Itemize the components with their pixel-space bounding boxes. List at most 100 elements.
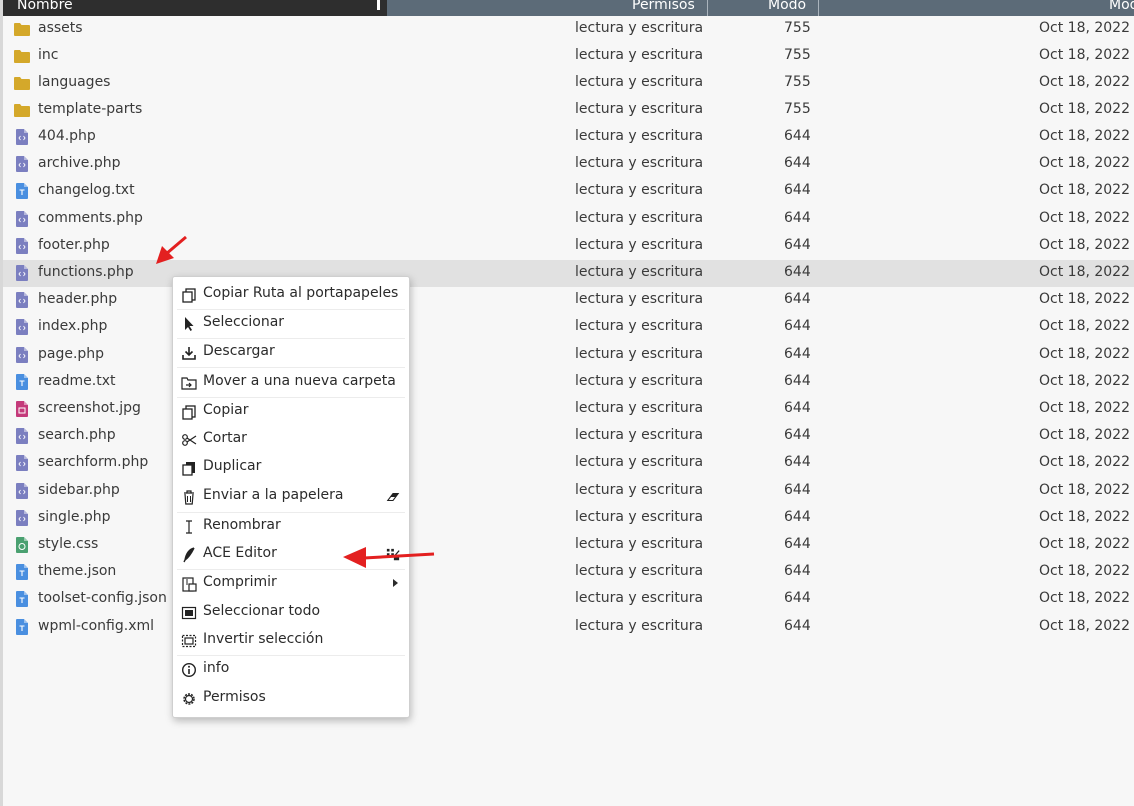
duplicate-icon bbox=[182, 462, 195, 476]
php-file-icon bbox=[16, 210, 28, 227]
context-menu-label: Seleccionar todo bbox=[203, 603, 321, 619]
file-modified-date: Oct 18, 2022 08 bbox=[1039, 617, 1134, 634]
modified-column-label[interactable]: Mod bbox=[1109, 0, 1134, 14]
context-menu-item[interactable]: Copiar Ruta al portapapeles bbox=[173, 281, 409, 309]
context-menu-label: Invertir selección bbox=[203, 631, 324, 647]
context-menu-item[interactable]: Seleccionar todo bbox=[173, 599, 409, 627]
copy-icon bbox=[182, 405, 196, 420]
file-permissions: lectura y escritura bbox=[575, 20, 704, 36]
file-mode: 644 bbox=[784, 590, 811, 607]
file-name: style.css bbox=[38, 536, 99, 552]
file-permissions: lectura y escritura bbox=[575, 155, 704, 172]
file-mode: 644 bbox=[784, 291, 811, 308]
column-resize-handle[interactable] bbox=[377, 0, 380, 10]
image-file-icon bbox=[16, 401, 28, 417]
php-file-icon bbox=[16, 237, 28, 254]
file-name: index.php bbox=[38, 318, 108, 335]
gear-icon bbox=[183, 693, 195, 705]
text-file-icon bbox=[16, 618, 28, 635]
file-permissions: lectura y escritura bbox=[575, 236, 704, 253]
scissors-icon bbox=[182, 434, 197, 446]
file-modified-date: Oct 18, 2022 08 bbox=[1039, 318, 1134, 335]
file-name: assets bbox=[38, 20, 83, 36]
context-menu-label: Copiar Ruta al portapapeles bbox=[203, 285, 399, 301]
context-menu-item[interactable]: info bbox=[173, 656, 409, 684]
file-permissions: lectura y escritura bbox=[575, 536, 704, 552]
file-modified-date: Oct 18, 2022 08 bbox=[1039, 264, 1134, 280]
file-modified-date: Oct 18, 2022 08 bbox=[1039, 128, 1134, 144]
php-file-icon bbox=[16, 509, 28, 526]
context-menu-label: Renombrar bbox=[203, 517, 281, 533]
permisos-column-label[interactable]: Permisos bbox=[632, 0, 695, 14]
context-menu-item[interactable]: Descargar bbox=[173, 339, 409, 367]
file-row[interactable]: languages lectura y escritura 755 Oct 18, 2… bbox=[3, 70, 1134, 97]
file-modified-date: Oct 18, 2022 08 bbox=[1039, 291, 1134, 308]
file-mode: 644 bbox=[784, 182, 811, 199]
context-menu-label: info bbox=[203, 660, 230, 676]
move-folder-icon bbox=[181, 377, 197, 390]
file-mode: 644 bbox=[784, 264, 811, 280]
file-mode: 644 bbox=[784, 508, 811, 525]
file-name: sidebar.php bbox=[38, 481, 120, 498]
file-mode: 644 bbox=[784, 536, 811, 552]
text-file-icon bbox=[16, 564, 28, 581]
php-file-icon bbox=[16, 428, 28, 445]
trash-icon bbox=[184, 490, 194, 505]
context-menu-item[interactable]: Mover a una nueva carpeta bbox=[173, 369, 409, 397]
file-name: page.php bbox=[38, 345, 105, 362]
file-name: readme.txt bbox=[38, 372, 116, 389]
annotation-arrow-icon bbox=[156, 235, 187, 264]
file-modified-date: Oct 18, 2022 08 bbox=[1039, 47, 1134, 63]
file-permissions: lectura y escritura bbox=[575, 101, 704, 117]
file-permissions: lectura y escritura bbox=[575, 128, 704, 144]
file-row[interactable]: assets lectura y escritura 755 Oct 18, 2022… bbox=[3, 16, 1134, 43]
folder-icon bbox=[14, 21, 30, 37]
file-permissions: lectura y escritura bbox=[575, 318, 704, 335]
context-menu-item[interactable]: Copiar bbox=[173, 398, 409, 426]
context-menu-item[interactable]: Invertir selección bbox=[173, 627, 409, 655]
file-permissions: lectura y escritura bbox=[575, 563, 704, 580]
context-menu-item[interactable]: Seleccionar bbox=[173, 310, 409, 338]
text-file-icon bbox=[16, 183, 28, 200]
file-row[interactable]: inc lectura y escritura 755 Oct 18, 2022 08 bbox=[3, 43, 1134, 70]
file-name: toolset-config.json bbox=[38, 590, 167, 607]
file-permissions: lectura y escritura bbox=[575, 481, 704, 498]
modo-column-label[interactable]: Modo bbox=[768, 0, 806, 14]
file-modified-date: Oct 18, 2022 08 bbox=[1039, 345, 1134, 362]
file-row[interactable]: changelog.txt lectura y escritura 644 Oct 1… bbox=[3, 178, 1134, 205]
name-column-label[interactable]: Nombre bbox=[17, 0, 73, 14]
context-menu-item[interactable]: Enviar a la papelera bbox=[173, 483, 409, 511]
file-mode: 755 bbox=[784, 20, 811, 36]
context-menu-item[interactable]: Cortar bbox=[173, 426, 409, 454]
folder-icon bbox=[14, 48, 30, 64]
download-icon bbox=[182, 347, 196, 360]
file-mode: 755 bbox=[784, 74, 811, 90]
context-menu-item[interactable]: Duplicar bbox=[173, 454, 409, 482]
php-file-icon bbox=[16, 129, 28, 145]
file-name: theme.json bbox=[38, 563, 117, 580]
context-menu-item[interactable]: Permisos bbox=[173, 685, 409, 713]
file-modified-date: Oct 18, 2022 08 bbox=[1039, 372, 1134, 389]
file-name: single.php bbox=[38, 508, 111, 525]
context-menu-item[interactable]: Renombrar bbox=[173, 513, 409, 541]
file-row[interactable]: 404.php lectura y escritura 644 Oct 18, 202… bbox=[3, 124, 1134, 151]
file-permissions: lectura y escritura bbox=[575, 400, 704, 416]
php-file-icon bbox=[16, 265, 28, 281]
file-mode: 755 bbox=[784, 101, 811, 117]
file-mode: 644 bbox=[784, 481, 811, 498]
file-mode: 644 bbox=[784, 128, 811, 144]
context-menu-item[interactable]: Comprimir bbox=[173, 570, 409, 598]
file-row[interactable]: template-parts lectura y escritura 755 Oct … bbox=[3, 97, 1134, 124]
file-name: header.php bbox=[38, 291, 118, 308]
copy-path-icon bbox=[182, 288, 196, 303]
file-permissions: lectura y escritura bbox=[575, 264, 704, 280]
file-name: search.php bbox=[38, 427, 116, 444]
file-row[interactable]: archive.php lectura y escritura 644 Oct 18,… bbox=[3, 151, 1134, 178]
cursor-icon bbox=[185, 317, 194, 331]
file-row[interactable]: comments.php lectura y escritura 644 Oct 18… bbox=[3, 206, 1134, 233]
file-permissions: lectura y escritura bbox=[575, 590, 704, 607]
context-menu-label: Seleccionar bbox=[203, 314, 285, 330]
column-separator bbox=[818, 0, 819, 16]
file-mode: 644 bbox=[784, 617, 811, 634]
folder-icon bbox=[14, 75, 30, 91]
